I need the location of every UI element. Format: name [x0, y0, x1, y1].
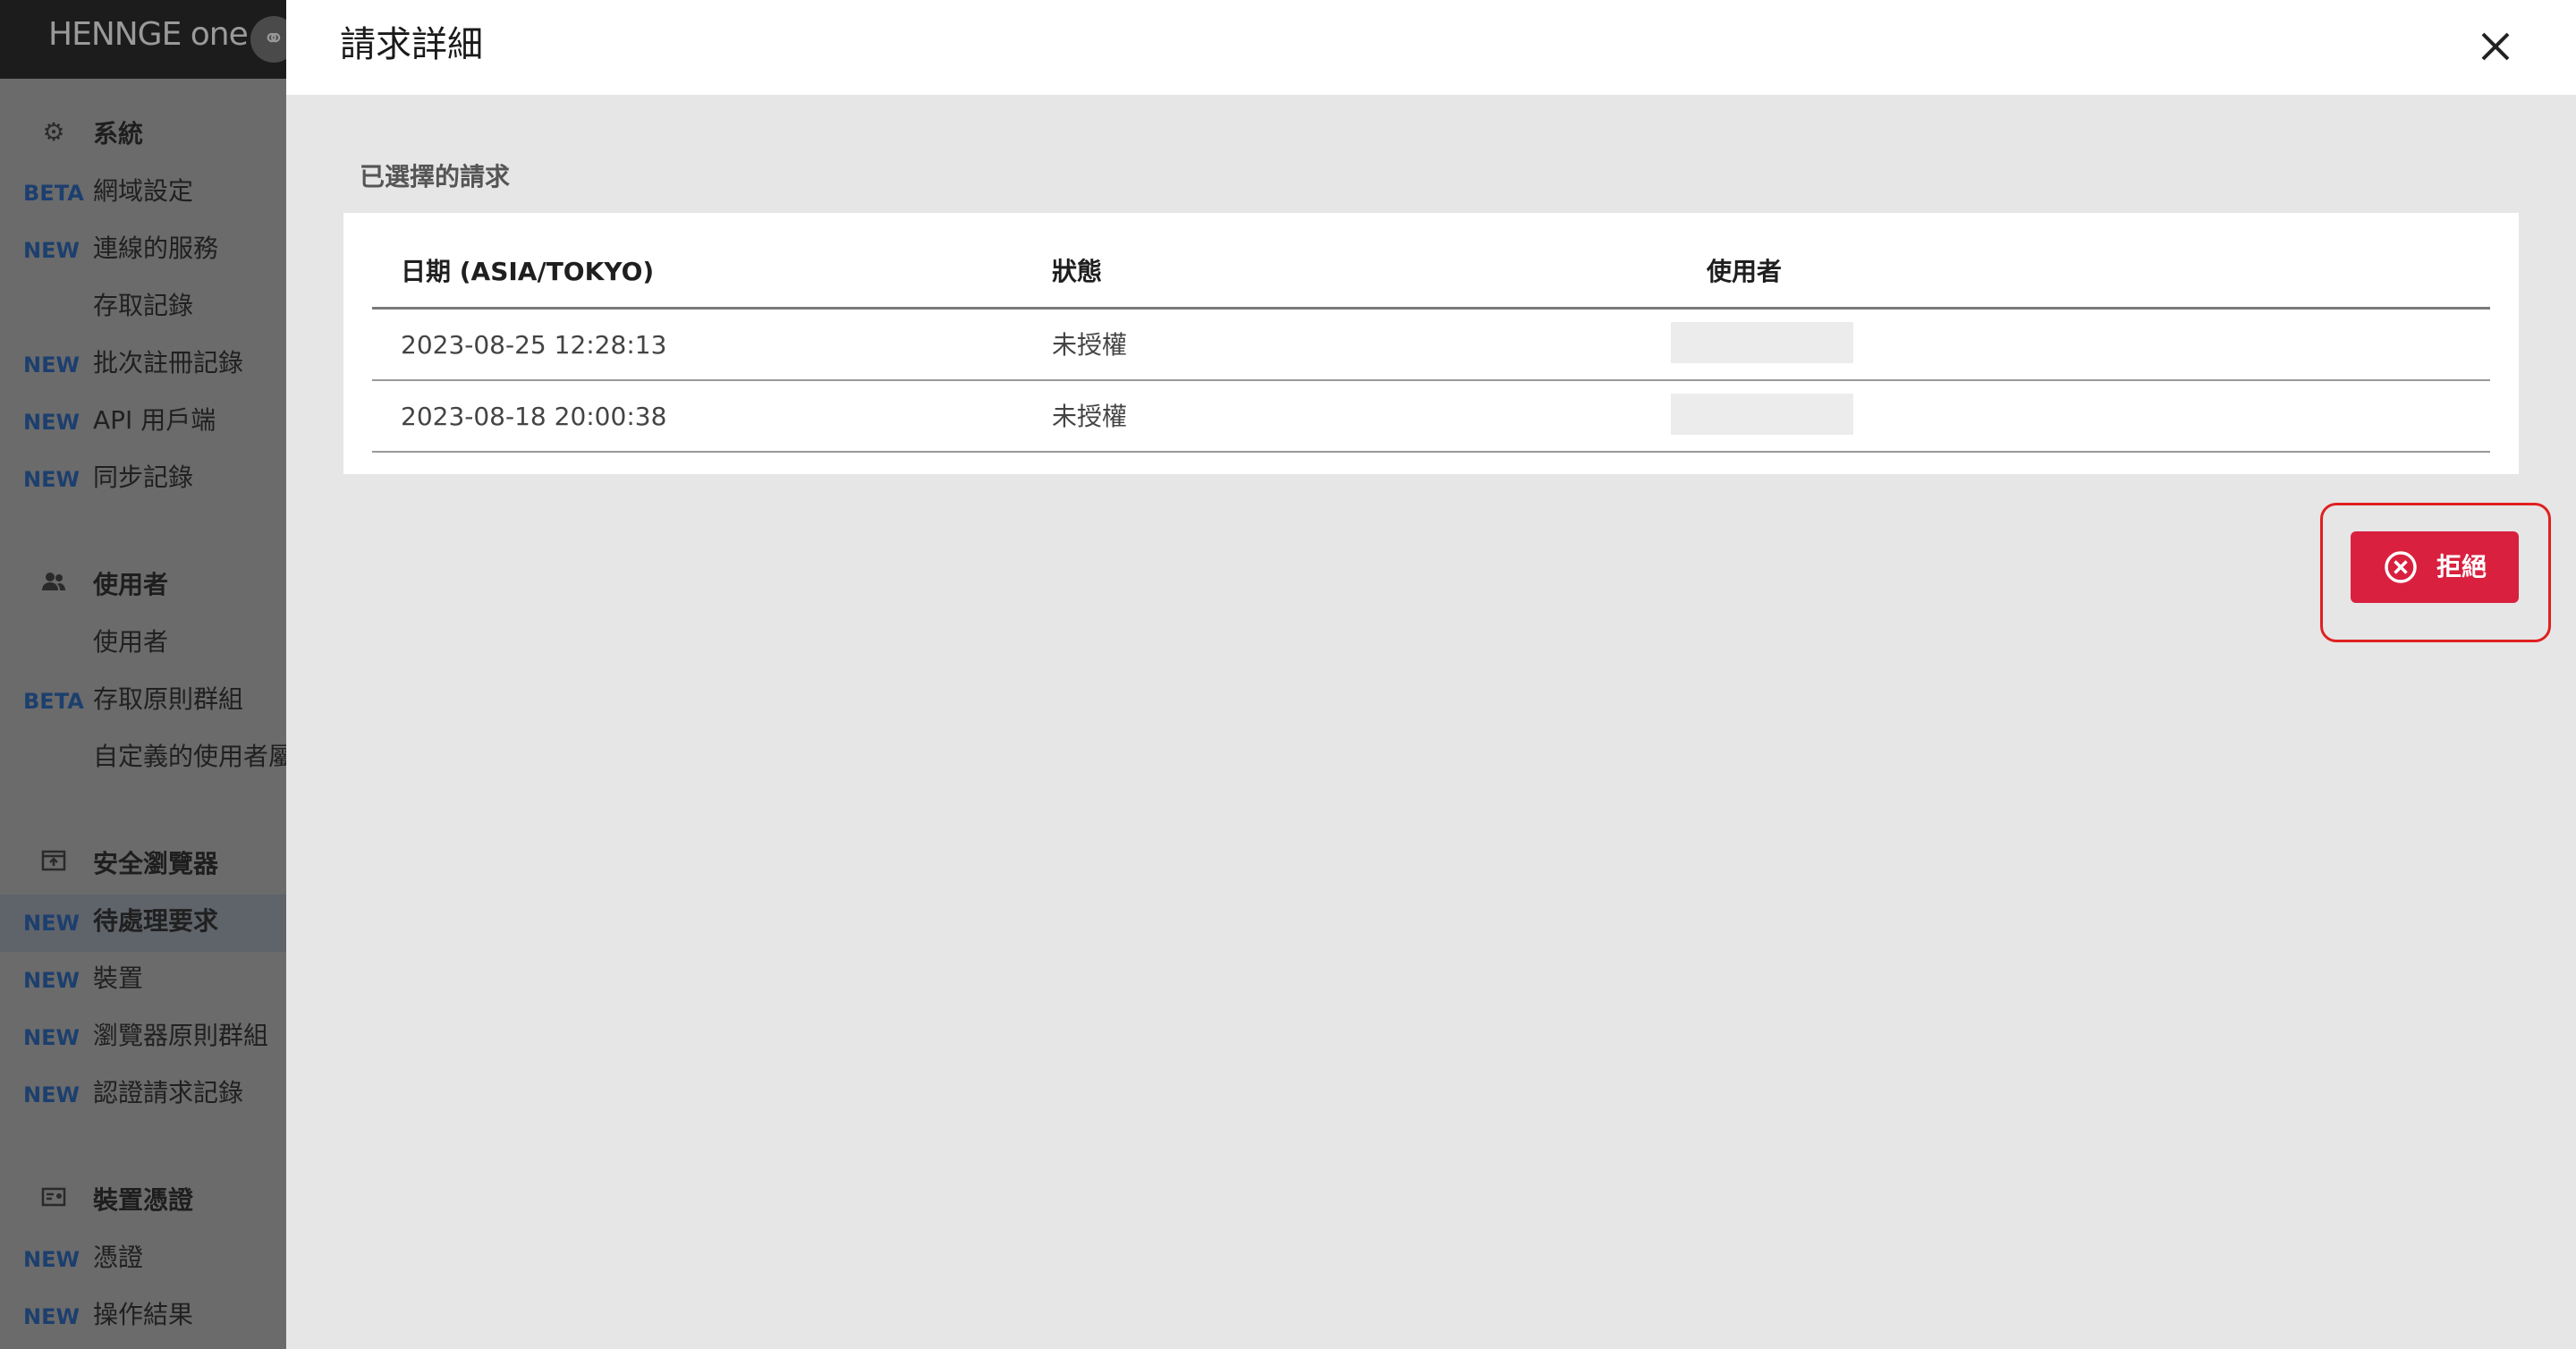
sidebar-item-label: 瀏覽器原則群組: [93, 1021, 269, 1050]
sidebar-item-operation-results[interactable]: NEW 操作結果: [0, 1288, 286, 1345]
modal-header: 請求詳細: [286, 0, 2576, 95]
sidebar-item-api-clients[interactable]: NEW API 用戶端: [0, 394, 286, 451]
reject-button[interactable]: 拒絕: [2351, 531, 2519, 603]
gear-icon: ⚙: [42, 117, 65, 147]
sidebar-item-access-policy-groups[interactable]: BETA 存取原則群組: [0, 673, 286, 730]
share-icon[interactable]: ⚭: [250, 16, 286, 63]
sidebar-item-label: 存取記錄: [93, 291, 194, 320]
column-header-date: 日期 (ASIA/TOKYO): [401, 257, 655, 286]
requests-table-card: 日期 (ASIA/TOKYO) 狀態 使用者 2023-08-25 12:28:…: [343, 213, 2519, 474]
section-label: 裝置憑證: [93, 1185, 194, 1215]
sidebar-item-batch-registration-log[interactable]: NEW 批次註冊記錄: [0, 336, 286, 394]
sidebar-item-pending-requests[interactable]: NEW 待處理要求: [0, 895, 286, 952]
sidebar-section-system: ⚙ 系統: [0, 106, 286, 163]
sidebar-item-label: 認證請求記錄: [93, 1078, 244, 1107]
new-badge: NEW: [23, 911, 80, 936]
sidebar-item-connected-services[interactable]: NEW 連線的服務: [0, 222, 286, 279]
sidebar-item-label: API 用戶端: [93, 405, 216, 435]
redacted-user: [1671, 322, 1853, 363]
sidebar-item-label: 操作結果: [93, 1300, 194, 1329]
sidebar-item-label: 自定義的使用者屬: [93, 742, 286, 771]
sidebar-section-secure-browser: 安全瀏覽器: [0, 836, 286, 893]
section-label: 系統: [93, 119, 144, 148]
sidebar-item-label: 待處理要求: [93, 906, 219, 936]
table-header: 日期 (ASIA/TOKYO) 狀態 使用者: [372, 234, 2490, 310]
sidebar-item-devices[interactable]: NEW 裝置: [0, 952, 286, 1009]
request-date: 2023-08-18 20:00:38: [401, 402, 667, 431]
column-header-user: 使用者: [1707, 257, 1783, 286]
section-label: 使用者: [93, 570, 169, 599]
new-badge: NEW: [23, 352, 80, 378]
sidebar-item-label: 使用者: [93, 627, 169, 657]
new-badge: NEW: [23, 1304, 80, 1329]
sidebar-item-label: 批次註冊記錄: [93, 348, 244, 378]
new-badge: NEW: [23, 1247, 80, 1272]
sidebar-item-auth-request-log[interactable]: NEW 認證請求記錄: [0, 1066, 286, 1124]
sidebar-item-domain-settings[interactable]: BETA 網域設定: [0, 165, 286, 222]
sidebar: HENNGE one ⚭ ⚙ 系統 BETA 網域設定 NEW 連線的服務 存取…: [0, 0, 286, 1349]
modal-title: 請求詳細: [340, 24, 483, 65]
sidebar-item-label: 存取原則群組: [93, 684, 244, 714]
certificate-icon: [39, 1184, 68, 1213]
sidebar-item-label: 網域設定: [93, 176, 194, 206]
sidebar-item-certificates[interactable]: NEW 憑證: [0, 1231, 286, 1288]
sidebar-section-users: 使用者: [0, 556, 286, 614]
app-logo[interactable]: HENNGE one: [48, 16, 249, 53]
sidebar-item-label: 連線的服務: [93, 233, 219, 263]
new-badge: NEW: [23, 238, 80, 263]
request-status: 未授權: [1052, 402, 1128, 431]
sidebar-item-label: 裝置: [93, 963, 144, 993]
new-badge: NEW: [23, 1025, 80, 1050]
redacted-user: [1671, 394, 1853, 435]
sidebar-item-sync-log[interactable]: NEW 同步記錄: [0, 451, 286, 508]
sidebar-item-custom-user-attributes[interactable]: 自定義的使用者屬: [0, 730, 286, 787]
beta-badge: BETA: [23, 689, 84, 714]
browser-icon: [39, 848, 68, 877]
cancel-circle-icon: [2385, 551, 2417, 583]
selected-requests-label: 已選擇的請求: [360, 162, 511, 191]
table-row: 2023-08-18 20:00:38 未授權: [372, 381, 2490, 453]
request-details-modal: 請求詳細 已選擇的請求 日期 (ASIA/TOKYO) 狀態 使用者 2023-…: [286, 0, 2576, 1349]
users-icon: [39, 569, 68, 598]
section-label: 安全瀏覽器: [93, 849, 219, 878]
new-badge: NEW: [23, 467, 80, 492]
close-icon: [2481, 32, 2510, 61]
new-badge: NEW: [23, 968, 80, 993]
request-date: 2023-08-25 12:28:13: [401, 330, 667, 360]
sidebar-item-label: 憑證: [93, 1243, 144, 1272]
sidebar-section-device-certificates: 裝置憑證: [0, 1172, 286, 1229]
sidebar-item-users[interactable]: 使用者: [0, 615, 286, 673]
new-badge: NEW: [23, 410, 80, 435]
sidebar-header: HENNGE one ⚭: [0, 0, 286, 79]
sidebar-item-access-log[interactable]: 存取記錄: [0, 279, 286, 336]
sidebar-item-browser-policy-groups[interactable]: NEW 瀏覽器原則群組: [0, 1009, 286, 1066]
close-button[interactable]: [2467, 18, 2524, 75]
new-badge: NEW: [23, 1082, 80, 1107]
reject-label: 拒絕: [2436, 552, 2487, 581]
sidebar-item-label: 同步記錄: [93, 462, 194, 492]
request-status: 未授權: [1052, 330, 1128, 360]
column-header-status: 狀態: [1052, 257, 1103, 286]
table-row: 2023-08-25 12:28:13 未授權: [372, 310, 2490, 381]
requests-table: 日期 (ASIA/TOKYO) 狀態 使用者 2023-08-25 12:28:…: [372, 234, 2490, 453]
beta-badge: BETA: [23, 181, 84, 206]
